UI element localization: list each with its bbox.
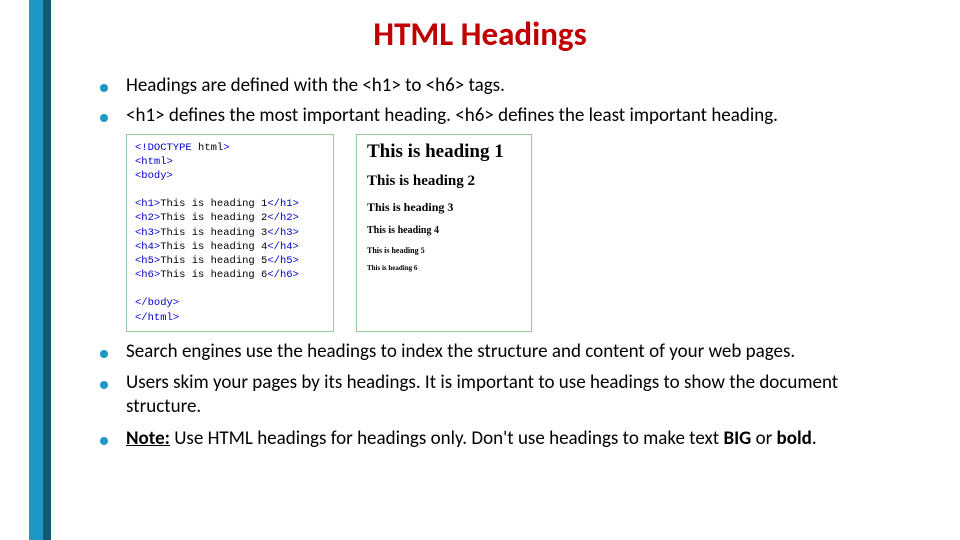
bullet-dot-icon bbox=[100, 114, 108, 122]
accent-bar bbox=[29, 0, 43, 540]
bullet-5-text: Note: Use HTML headings for headings onl… bbox=[126, 427, 817, 451]
bullet-2-text: <h1> defines the most important heading.… bbox=[126, 104, 778, 128]
bullet-dot-icon bbox=[100, 84, 108, 92]
render-h2: This is heading 2 bbox=[367, 173, 521, 190]
render-h6: This is heading 6 bbox=[367, 264, 521, 272]
code-example: <!DOCTYPE html> <html> <body> <h1>This i… bbox=[126, 134, 334, 332]
bullet-dot-icon bbox=[100, 437, 108, 445]
accent-bar-dark bbox=[43, 0, 51, 540]
bullet-4-text: Users skim your pages by its headings. I… bbox=[126, 371, 910, 419]
note-bold: bold bbox=[777, 427, 812, 450]
render-h5: This is heading 5 bbox=[367, 246, 521, 255]
page-title: HTML Headings bbox=[0, 14, 960, 54]
figures-row: <!DOCTYPE html> <html> <body> <h1>This i… bbox=[126, 134, 910, 332]
bullet-1: Headings are defined with the <h1> to <h… bbox=[100, 74, 910, 98]
render-h1: This is heading 1 bbox=[367, 141, 521, 163]
bullet-dot-icon bbox=[100, 350, 108, 358]
bullet-4: Users skim your pages by its headings. I… bbox=[100, 371, 910, 419]
bullet-3-text: Search engines use the headings to index… bbox=[126, 340, 795, 364]
note-or: or bbox=[751, 427, 776, 450]
bullet-5: Note: Use HTML headings for headings onl… bbox=[100, 427, 910, 451]
code-example-pre: <!DOCTYPE html> <html> <body> <h1>This i… bbox=[135, 141, 325, 325]
note-label: Note: bbox=[126, 427, 170, 450]
render-example: This is heading 1 This is heading 2 This… bbox=[356, 134, 532, 332]
render-h4: This is heading 4 bbox=[367, 225, 521, 236]
bullet-3: Search engines use the headings to index… bbox=[100, 340, 910, 364]
content-area: Headings are defined with the <h1> to <h… bbox=[100, 74, 910, 457]
note-period: . bbox=[812, 427, 817, 450]
note-text-a: Use HTML headings for headings only. Don… bbox=[170, 427, 724, 450]
bullet-2: <h1> defines the most important heading.… bbox=[100, 104, 910, 128]
render-h3: This is heading 3 bbox=[367, 200, 521, 215]
bullet-dot-icon bbox=[100, 381, 108, 389]
note-big: BIG bbox=[723, 427, 751, 450]
bullet-1-text: Headings are defined with the <h1> to <h… bbox=[126, 74, 505, 98]
